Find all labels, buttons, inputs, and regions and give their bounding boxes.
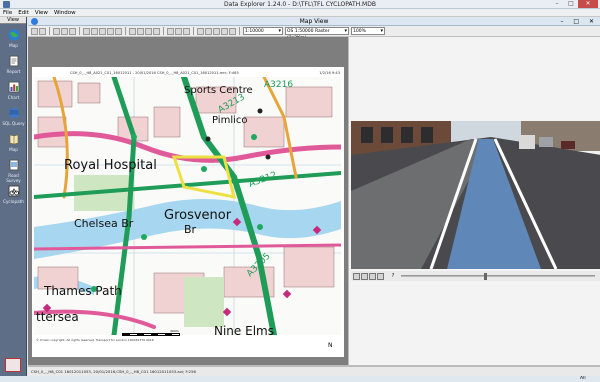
filter-icon[interactable] (205, 27, 212, 35)
map-view-title: Map View (299, 18, 329, 25)
menu-window[interactable]: Window (54, 9, 76, 16)
legend-icon[interactable] (175, 27, 182, 35)
zoom-icon[interactable] (115, 27, 122, 35)
help-icon[interactable]: ? (389, 273, 397, 279)
map-canvas-area[interactable]: CSH_0_-_H8_A021_C01_16012011 - 20/01/201… (28, 37, 348, 365)
sidebar-item-label: Map (9, 147, 18, 152)
maximize-button[interactable]: □ (564, 0, 578, 8)
map-label: Chelsea Br (74, 217, 134, 230)
paste-icon[interactable] (61, 27, 68, 35)
map-view-titlebar: Map View – □ ✕ (28, 17, 600, 26)
map-label: Nine Elms (214, 324, 274, 335)
globe-small-icon[interactable] (197, 27, 204, 35)
map-label: Pimlico (212, 115, 248, 126)
pointer-icon[interactable] (83, 27, 90, 35)
map-label: ttersea (36, 310, 79, 324)
pan-icon[interactable] (91, 27, 98, 35)
zoom-in-icon[interactable] (129, 27, 136, 35)
map-toolbar: 1:10000 OS 1:50000 Raster (3x3Km) 100% (28, 26, 600, 41)
sql-query-icon (9, 108, 18, 118)
copy-icon[interactable] (53, 27, 60, 35)
menu-bar: File Edit View Window (0, 9, 600, 17)
map-label: Royal Hospital (64, 158, 157, 173)
status-bar: CSH_0_-_H8_C01 16012011053, 20/01/2016,C… (28, 366, 600, 376)
sidebar-item-label: Chart (7, 95, 20, 100)
previous-frame-icon[interactable] (353, 272, 360, 280)
map-page: CSH_0_-_H8_A021_C01_16012011 - 20/01/201… (32, 67, 344, 357)
sidebar-item-sql-query[interactable]: SQL Query (2, 107, 25, 126)
sidebar-item-label: Report (6, 69, 21, 74)
chart-icon (8, 81, 19, 93)
zoom-out-icon[interactable] (137, 27, 144, 35)
sidebar-item-label: Cyclopath (3, 199, 24, 204)
map-label: Br (184, 223, 197, 236)
identify-icon[interactable] (107, 27, 114, 35)
star-icon[interactable] (229, 27, 236, 35)
sidebar-item-report[interactable]: Report (2, 55, 25, 74)
zoom-extent-icon[interactable] (145, 27, 152, 35)
sidebar-item-chart[interactable]: Chart (2, 81, 25, 100)
street-photo[interactable] (351, 121, 600, 269)
minimize-button[interactable]: – (550, 0, 564, 8)
sidebar-header: View (0, 17, 26, 24)
report-icon (9, 55, 18, 67)
street-view-panel: ? (348, 37, 600, 365)
north-arrow-icon: N (328, 342, 333, 349)
cyclopath-icon (8, 185, 19, 197)
bookmark-icon[interactable] (213, 27, 220, 35)
window-title: Data Explorer 1.24.0 - D:\TFL\TFL CYCLOP… (224, 1, 376, 8)
globe-icon (8, 29, 19, 41)
label-icon[interactable] (183, 27, 190, 35)
save-frame-icon[interactable] (361, 272, 368, 280)
map-label: Thames Path (43, 284, 122, 298)
exit-icon[interactable] (5, 358, 21, 372)
zoom-select[interactable]: 100% (351, 27, 385, 35)
layers-icon[interactable] (167, 27, 174, 35)
sidebar-item-map-book[interactable]: Map (2, 133, 25, 152)
map-page-header: CSH_0_-_H8_A021_C01_16012011 - 20/01/201… (70, 71, 340, 75)
menu-file[interactable]: File (3, 9, 12, 16)
scale-bar (122, 333, 180, 336)
title-bar: Data Explorer 1.24.0 - D:\TFL\TFL CYCLOP… (0, 0, 600, 9)
overlay-select[interactable]: OS 1:50000 Raster (3x3Km) (285, 27, 349, 41)
scale-select[interactable]: 1:10000 (243, 27, 283, 35)
map-label: Grosvenor (164, 208, 232, 223)
export-icon[interactable] (69, 27, 76, 35)
sidebar-item-road-survey[interactable]: Road Survey (2, 159, 25, 183)
close-button[interactable]: ✕ (578, 0, 598, 8)
select-icon[interactable] (99, 27, 106, 35)
map-footer: © Crown copyright. All rights reserved. … (36, 338, 154, 342)
sidebar: View Map Report Chart SQL Query Map Road… (0, 17, 27, 376)
print-icon[interactable] (39, 27, 46, 35)
frame-slider[interactable] (401, 273, 595, 280)
sidebar-item-cyclopath[interactable]: Cyclopath (2, 185, 25, 204)
photo-controls: ? (351, 271, 600, 281)
menu-edit[interactable]: Edit (18, 9, 29, 16)
map-book-icon (9, 134, 18, 145)
sidebar-item-label: SQL Query (2, 121, 25, 126)
info-icon[interactable] (369, 272, 376, 280)
sidebar-item-label: Map (9, 43, 18, 48)
map-view-window: Map View – □ ✕ 1:10000 OS 1:50000 Raster (28, 17, 600, 381)
road-survey-icon (9, 159, 18, 171)
map-view-controls[interactable]: – □ ✕ (560, 18, 598, 25)
slider-thumb[interactable] (484, 273, 487, 280)
sidebar-item-label: Road Survey (6, 173, 21, 183)
road-label: A3216 (264, 80, 293, 90)
menu-view[interactable]: View (35, 9, 48, 16)
scale-label: 400m (170, 329, 179, 333)
play-icon[interactable] (377, 272, 384, 280)
save-icon[interactable] (31, 27, 38, 35)
sidebar-item-map[interactable]: Map (2, 29, 25, 48)
window-controls: – □ ✕ (550, 0, 598, 8)
os-map[interactable]: Sports Centre Pimlico Royal Hospital Che… (34, 77, 341, 335)
measure-icon[interactable] (221, 27, 228, 35)
refresh-icon[interactable] (153, 27, 160, 35)
